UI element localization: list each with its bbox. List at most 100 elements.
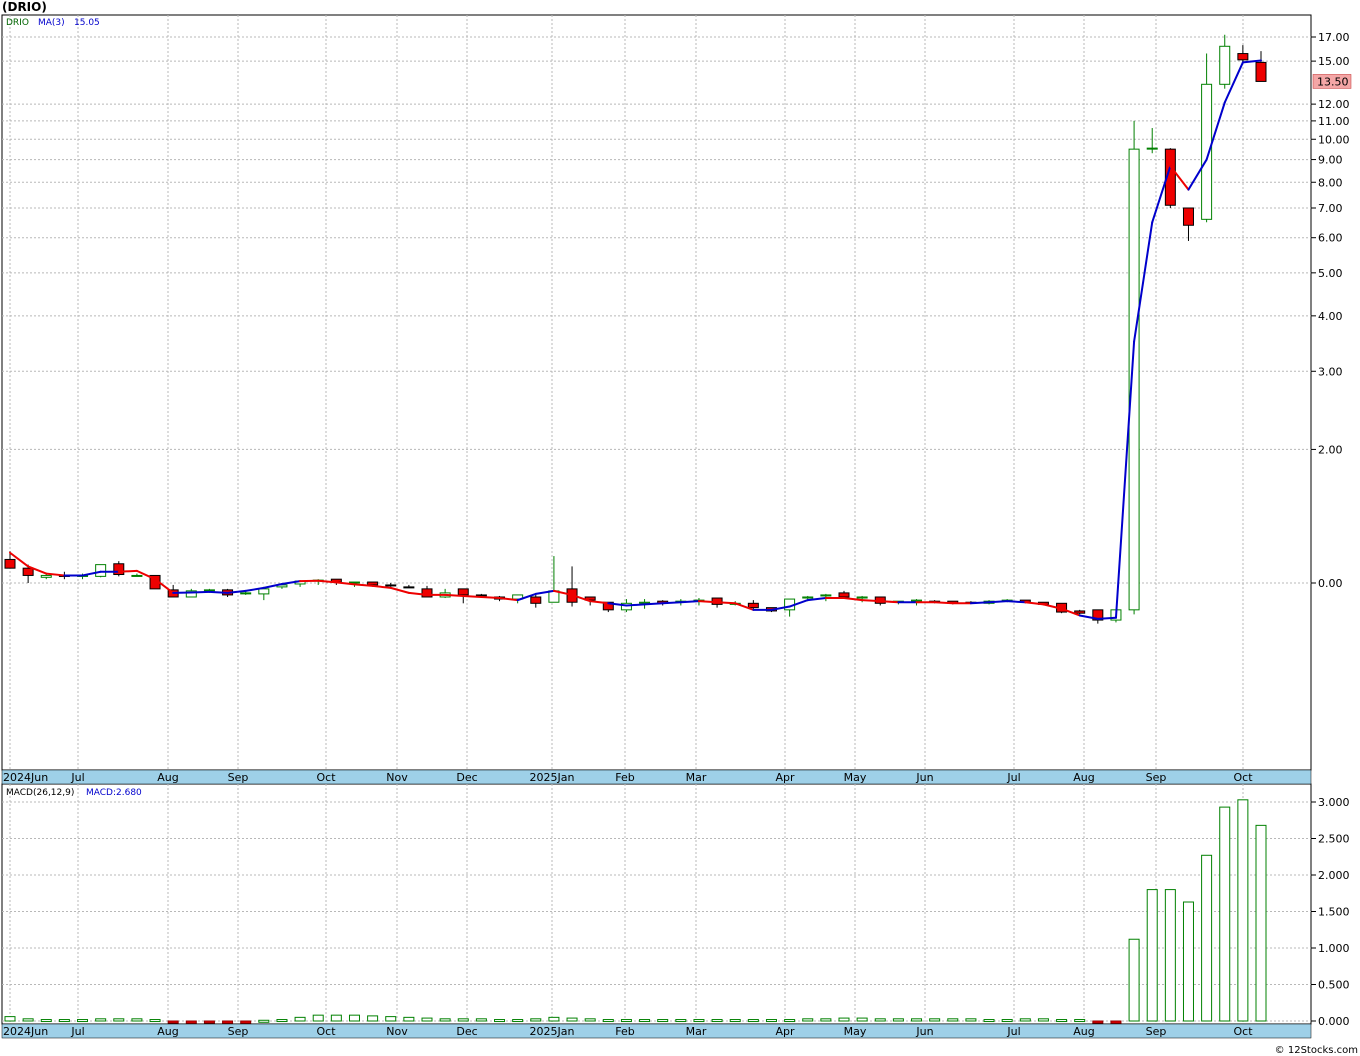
macd-bar bbox=[965, 1018, 977, 1022]
macd-bar bbox=[1001, 1019, 1013, 1023]
month-label: Jul bbox=[1006, 1025, 1020, 1038]
candle-up bbox=[131, 574, 143, 577]
macd-bar bbox=[58, 1019, 70, 1023]
price-tick-label: 5.00 bbox=[1318, 267, 1343, 280]
month-label: 2024Jun bbox=[3, 1025, 48, 1038]
price-tick-label: 3.00 bbox=[1318, 365, 1343, 378]
macd-bar bbox=[276, 1019, 288, 1023]
ma-segment bbox=[1096, 616, 1117, 620]
price-panel bbox=[1, 14, 1312, 771]
macd-bar bbox=[475, 1018, 487, 1022]
candle-up bbox=[820, 594, 832, 597]
price-tick-label: 12.00 bbox=[1318, 98, 1350, 111]
macd-bar bbox=[1074, 1019, 1086, 1023]
price-tick-label: 11.00 bbox=[1318, 115, 1350, 128]
candle-up bbox=[203, 589, 215, 592]
month-label: Oct bbox=[316, 1025, 336, 1038]
month-label: 2025Jan bbox=[530, 771, 575, 784]
macd-bar bbox=[929, 1018, 941, 1022]
ma-segment bbox=[462, 594, 483, 598]
macd-bar bbox=[185, 1020, 197, 1024]
candle-up bbox=[1128, 148, 1140, 611]
macd-bar bbox=[1219, 806, 1231, 1022]
macd-bar bbox=[457, 1018, 469, 1022]
macd-bar bbox=[620, 1019, 632, 1023]
macd-bar bbox=[40, 1019, 52, 1023]
candle-down bbox=[4, 558, 16, 569]
legend-ma-value: 15.05 bbox=[74, 18, 100, 28]
month-label: Aug bbox=[157, 1025, 178, 1038]
macd-bar bbox=[1201, 854, 1213, 1022]
macd-bar bbox=[1128, 938, 1140, 1022]
month-label: Aug bbox=[1073, 1025, 1094, 1038]
price-tick-label: 0.00 bbox=[1318, 577, 1343, 590]
macd-bar bbox=[729, 1019, 741, 1023]
ma-segment bbox=[716, 601, 737, 605]
month-label: Dec bbox=[456, 771, 477, 784]
macd-bar bbox=[113, 1018, 125, 1022]
macd-bar bbox=[312, 1014, 324, 1022]
month-axis-bottom bbox=[1, 1023, 1312, 1039]
candle-up bbox=[639, 601, 651, 604]
ma-segment bbox=[1006, 600, 1027, 604]
month-label: Apr bbox=[775, 771, 795, 784]
macd-bar bbox=[348, 1014, 360, 1022]
month-label: Feb bbox=[615, 1025, 634, 1038]
month-axis-top bbox=[1, 769, 1312, 785]
macd-bar bbox=[911, 1018, 923, 1022]
month-label: Dec bbox=[456, 1025, 477, 1038]
macd-bar bbox=[1037, 1018, 1049, 1022]
macd-title: MACD(26,12,9) bbox=[6, 788, 74, 798]
candle-up bbox=[911, 599, 923, 602]
macd-panel bbox=[1, 783, 1312, 1025]
macd-bar bbox=[1164, 889, 1176, 1022]
macd-bar bbox=[657, 1019, 669, 1023]
candle-up bbox=[40, 574, 52, 578]
month-label: Feb bbox=[615, 771, 634, 784]
month-label: May bbox=[844, 1025, 867, 1038]
macd-bar bbox=[294, 1016, 306, 1022]
macd-bar bbox=[439, 1018, 451, 1022]
price-tick-label: 6.00 bbox=[1318, 232, 1343, 245]
ma-segment bbox=[625, 603, 646, 607]
last-price-label: 13.50 bbox=[1317, 75, 1349, 88]
macd-bar bbox=[240, 1020, 252, 1024]
ma-segment bbox=[861, 599, 882, 603]
month-label: Nov bbox=[386, 771, 408, 784]
macd-bar bbox=[258, 1019, 270, 1023]
macd-bar bbox=[421, 1017, 433, 1022]
month-label: Sep bbox=[228, 771, 249, 784]
month-label: Apr bbox=[775, 1025, 795, 1038]
macd-bar bbox=[765, 1019, 777, 1023]
candle-down bbox=[457, 588, 469, 596]
month-label: 2024Jun bbox=[3, 771, 48, 784]
ma-segment bbox=[190, 590, 211, 594]
candle-down bbox=[838, 592, 850, 598]
ma-segment bbox=[643, 602, 664, 606]
macd-bar bbox=[1255, 824, 1267, 1022]
ma-segment bbox=[988, 600, 1009, 604]
macd-bar bbox=[675, 1019, 687, 1023]
macd-bar bbox=[983, 1019, 995, 1023]
month-label: Sep bbox=[1146, 771, 1167, 784]
ma-segment bbox=[480, 595, 501, 600]
macd-bar bbox=[802, 1018, 814, 1022]
macd-bar bbox=[856, 1017, 868, 1022]
stock-chart: 17.00 15.00 12.00 11.00 10.00 9.00 8.00 7.00 6.0… bbox=[1, 14, 1352, 1039]
macd-bar bbox=[784, 1019, 796, 1023]
macd-bar bbox=[1092, 1020, 1104, 1024]
macd-bar bbox=[602, 1019, 614, 1023]
price-tick-label: 2.00 bbox=[1318, 443, 1343, 456]
macd-tick-label: 3.000 bbox=[1318, 796, 1350, 809]
macd-bar bbox=[77, 1019, 89, 1023]
month-label: Sep bbox=[1146, 1025, 1167, 1038]
macd-bar bbox=[95, 1018, 107, 1022]
month-label: Oct bbox=[1233, 771, 1253, 784]
candle-down bbox=[475, 594, 487, 597]
ma-segment bbox=[208, 590, 229, 594]
ma-segment bbox=[879, 600, 900, 604]
macd-bar bbox=[566, 1017, 578, 1022]
candle-down bbox=[22, 567, 34, 576]
ma-segment bbox=[661, 601, 682, 605]
price-tick-label: 17.00 bbox=[1318, 31, 1350, 44]
